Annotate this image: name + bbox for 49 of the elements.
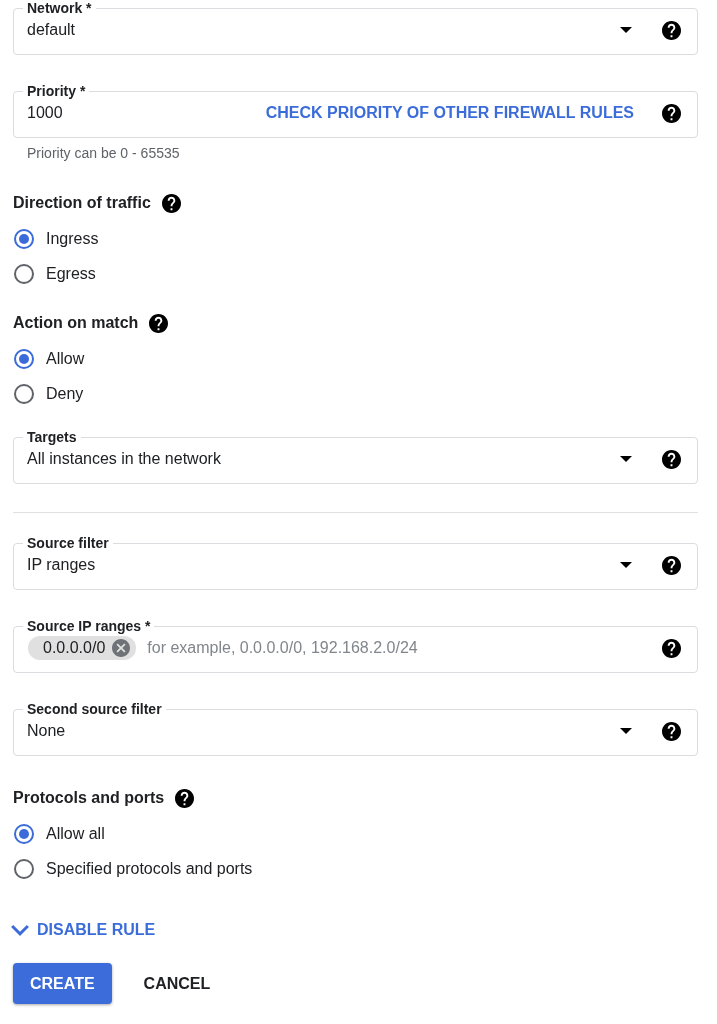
radio-button[interactable] bbox=[14, 858, 34, 879]
help-icon[interactable] bbox=[662, 721, 681, 741]
help-icon[interactable] bbox=[662, 449, 681, 469]
radio-label: Specified protocols and ports bbox=[46, 859, 253, 878]
check-priority-link[interactable]: CHECK PRIORITY OF OTHER FIREWALL RULES bbox=[265, 104, 634, 122]
ip-range-chip: 0.0.0.0/0 bbox=[28, 636, 137, 660]
section-heading: Direction of traffic bbox=[13, 194, 151, 212]
caret-icon bbox=[620, 728, 632, 734]
help-icon[interactable] bbox=[149, 313, 169, 333]
radio-button[interactable] bbox=[14, 348, 34, 369]
radio-label: Allow bbox=[46, 349, 85, 368]
radio-button[interactable] bbox=[14, 228, 34, 249]
field-label: Priority * bbox=[26, 83, 87, 99]
help-icon[interactable] bbox=[662, 20, 681, 40]
radio-button[interactable] bbox=[14, 383, 34, 404]
field-label: Source filter bbox=[26, 535, 110, 551]
chip-input-field[interactable]: Source IP ranges * 0.0.0.0/0 for example, 0.0.0.0/0, 192.168.2.0/24 bbox=[13, 618, 698, 673]
radio-label: Egress bbox=[46, 264, 96, 283]
remove-icon[interactable] bbox=[112, 639, 131, 657]
section-heading: Action on match bbox=[13, 314, 139, 332]
radio-button[interactable] bbox=[14, 823, 34, 844]
help-icon[interactable] bbox=[175, 788, 195, 808]
dropdown-field[interactable]: Second source filter None bbox=[13, 701, 698, 756]
field-label: Targets bbox=[26, 429, 78, 445]
create-button[interactable]: CREATE bbox=[13, 963, 112, 1004]
dropdown-field[interactable]: Source filter IP ranges bbox=[13, 535, 698, 590]
field-label: Source IP ranges * bbox=[26, 618, 152, 634]
help-icon[interactable] bbox=[662, 103, 681, 123]
section-heading: Protocols and ports bbox=[13, 789, 165, 807]
caret-icon bbox=[620, 27, 632, 33]
caret-icon bbox=[620, 562, 632, 568]
radio-button[interactable] bbox=[14, 263, 34, 284]
radio-label: Ingress bbox=[46, 229, 99, 248]
hint-text: Priority can be 0 - 65535 bbox=[26, 145, 181, 161]
text-field[interactable]: Priority * 1000 CHECK PRIORITY OF OTHER FIREWALL RULES bbox=[13, 83, 698, 138]
ip-range-input[interactable]: for example, 0.0.0.0/0, 192.168.2.0/24 bbox=[147, 636, 662, 660]
help-icon[interactable] bbox=[662, 555, 681, 575]
field-label: Network * bbox=[26, 0, 93, 16]
caret-icon bbox=[620, 456, 632, 462]
radio-label: Deny bbox=[46, 384, 84, 403]
chevron-down-icon bbox=[11, 924, 29, 936]
dropdown-field[interactable]: Network * default bbox=[13, 0, 698, 55]
help-icon[interactable] bbox=[662, 638, 681, 658]
disable-rule-toggle[interactable]: DISABLE RULE bbox=[11, 918, 156, 942]
field-label: Second source filter bbox=[26, 701, 163, 717]
radio-label: Allow all bbox=[46, 824, 105, 843]
dropdown-field[interactable]: Targets All instances in the network bbox=[13, 429, 698, 484]
cancel-button[interactable]: CANCEL bbox=[127, 963, 227, 1004]
help-icon[interactable] bbox=[161, 193, 181, 213]
